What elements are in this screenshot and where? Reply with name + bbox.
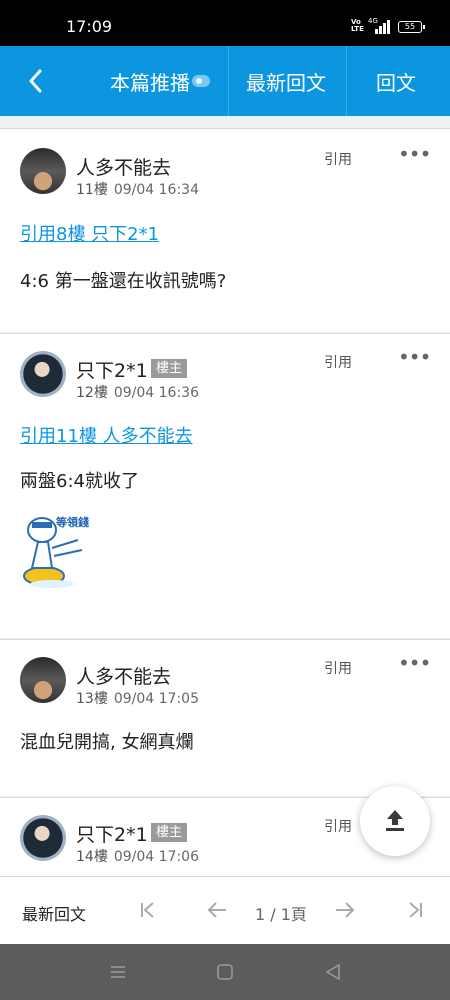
push-subscribe-button[interactable]: 本篇推播 (110, 67, 190, 96)
quoted-post-link[interactable]: 引用8樓 只下2*1 (20, 220, 159, 246)
toggle-icon[interactable] (192, 75, 210, 87)
battery-icon: 55 (398, 21, 425, 33)
status-bar: 17:09 Vo LTE 4G 55 (0, 0, 450, 46)
post-floor-11: 人多不能去 11樓 09/04 16:34 引用 ••• 引用8樓 只下2*1 4… (0, 129, 450, 332)
op-badge: 樓主 (151, 359, 188, 378)
thread-content[interactable]: 人多不能去 11樓 09/04 16:34 引用 ••• 引用8樓 只下2*1 4… (0, 116, 450, 876)
author-name[interactable]: 只下2*1 (76, 820, 148, 847)
quote-button[interactable]: 引用 (324, 149, 352, 169)
menu-icon[interactable] (109, 960, 127, 987)
sticker-caption: 等領錢 (56, 516, 89, 529)
quote-button[interactable]: 引用 (324, 658, 352, 678)
avatar[interactable] (20, 815, 66, 861)
post-datetime: 09/04 16:34 (113, 182, 199, 198)
status-time: 17:09 (66, 17, 113, 36)
bottom-pager: 最新回文 1 / 1頁 (0, 876, 450, 944)
post-meta: 11樓 09/04 16:34 (76, 179, 199, 199)
op-badge: 樓主 (151, 823, 188, 842)
author-name[interactable]: 只下2*1 (76, 356, 148, 383)
more-horizontal-icon[interactable]: ••• (398, 347, 431, 367)
floor-number: 12樓 (76, 385, 108, 401)
post-floor-12: 只下2*1 樓主 12樓 09/04 16:36 引用 ••• 引用11樓 人多不… (0, 334, 450, 638)
sticker-image: 等領錢 (18, 510, 92, 590)
upload-arrow-icon (386, 810, 404, 831)
post-floor-13: 人多不能去 13樓 09/04 17:05 引用 ••• 混血兒開搞, 女網真爛 (0, 640, 450, 796)
last-page-icon[interactable] (400, 895, 430, 925)
quote-button[interactable]: 引用 (324, 816, 352, 836)
system-nav-bar (0, 944, 450, 1000)
scroll-top-button[interactable] (360, 786, 430, 856)
post-text: 4:6 第一盤還在收訊號嗎? (20, 271, 227, 292)
volte-icon: Vo LTE (351, 18, 364, 33)
divider (228, 46, 229, 116)
post-text: 兩盤6:4就收了 (20, 471, 139, 492)
post-meta: 12樓 09/04 16:36 (76, 382, 199, 402)
back-triangle-icon[interactable] (324, 960, 342, 988)
top-nav: 本篇推播 最新回文 回文 (0, 46, 450, 116)
floor-number: 14樓 (76, 849, 108, 865)
author-name[interactable]: 人多不能去 (76, 153, 171, 180)
first-page-icon[interactable] (133, 895, 163, 925)
author-name[interactable]: 人多不能去 (76, 662, 171, 689)
floor-number: 11樓 (76, 182, 108, 198)
next-page-icon[interactable] (330, 895, 360, 925)
home-icon[interactable] (216, 960, 234, 988)
latest-replies-link[interactable]: 最新回文 (22, 901, 86, 925)
post-datetime: 09/04 16:36 (113, 385, 199, 401)
floor-number: 13樓 (76, 691, 108, 707)
signal-icon (375, 20, 391, 34)
post-meta: 14樓 09/04 17:06 (76, 846, 199, 866)
prev-page-icon[interactable] (202, 895, 232, 925)
more-horizontal-icon[interactable]: ••• (398, 144, 431, 164)
reply-button[interactable]: 回文 (376, 67, 416, 96)
divider (346, 46, 347, 116)
back-icon[interactable] (22, 63, 50, 99)
avatar[interactable] (20, 657, 66, 703)
quoted-post-link[interactable]: 引用11樓 人多不能去 (20, 422, 193, 448)
page-indicator: 1 / 1頁 (255, 905, 307, 924)
avatar[interactable] (20, 351, 66, 397)
avatar[interactable] (20, 148, 66, 194)
quote-button[interactable]: 引用 (324, 352, 352, 372)
more-horizontal-icon[interactable]: ••• (398, 653, 431, 673)
post-text: 混血兒開搞, 女網真爛 (20, 732, 194, 753)
post-meta: 13樓 09/04 17:05 (76, 688, 199, 708)
divider (0, 116, 450, 128)
post-datetime: 09/04 17:05 (113, 691, 199, 707)
latest-replies-button[interactable]: 最新回文 (246, 67, 326, 96)
post-datetime: 09/04 17:06 (113, 849, 199, 865)
